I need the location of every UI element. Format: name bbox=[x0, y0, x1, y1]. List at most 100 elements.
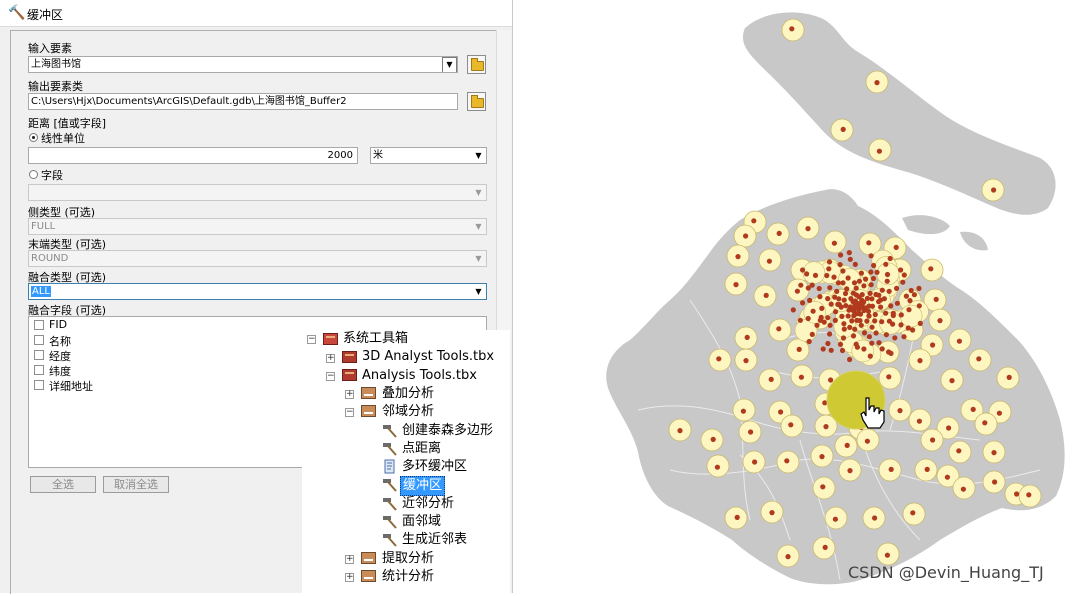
tree-item-3d-analyst[interactable]: 3D Analyst Tools.tbx bbox=[362, 348, 494, 366]
library-point bbox=[871, 262, 877, 269]
library-point bbox=[812, 272, 819, 278]
title-bar: 🔨 缓冲区 bbox=[0, 0, 512, 27]
tree-item-near[interactable]: 近邻分析 bbox=[402, 495, 454, 513]
library-point bbox=[748, 429, 754, 435]
side-type-dropdown[interactable]: FULL ▼ bbox=[28, 218, 487, 235]
library-point bbox=[788, 422, 794, 428]
tree-item-extract[interactable]: 提取分析 bbox=[382, 550, 434, 568]
field-checkbox-lon[interactable] bbox=[34, 350, 44, 360]
library-point bbox=[825, 340, 831, 347]
shanghai-buffer-map[interactable] bbox=[540, 0, 1076, 593]
input-features-label: 输入要素 bbox=[28, 42, 72, 55]
tree-item-buffer[interactable]: 缓冲区 bbox=[400, 476, 446, 496]
library-point bbox=[867, 290, 873, 296]
distance-value-input[interactable]: 2000 bbox=[28, 147, 358, 164]
expand-icon[interactable]: + bbox=[345, 573, 354, 582]
field-checkbox-fid[interactable] bbox=[34, 320, 44, 330]
output-path-input[interactable]: C:\Users\Hjx\Documents\ArcGIS\Default.gd… bbox=[28, 93, 458, 110]
library-point bbox=[898, 312, 904, 318]
chevron-down-icon: ▼ bbox=[475, 222, 482, 231]
library-point bbox=[797, 317, 803, 323]
clear-all-button[interactable]: 取消全选 bbox=[103, 476, 169, 493]
field-radio[interactable] bbox=[29, 170, 38, 179]
library-point bbox=[858, 270, 864, 276]
collapse-icon[interactable]: − bbox=[326, 372, 335, 381]
library-point bbox=[837, 341, 844, 347]
library-point bbox=[847, 468, 853, 474]
field-checkbox-address[interactable] bbox=[34, 380, 44, 390]
library-point bbox=[800, 300, 806, 306]
hammer-icon bbox=[383, 443, 397, 456]
library-point bbox=[869, 340, 875, 346]
expand-icon[interactable]: + bbox=[345, 390, 354, 399]
chevron-down-icon: ▼ bbox=[475, 254, 482, 263]
chevron-down-icon[interactable]: ▼ bbox=[472, 149, 485, 162]
select-all-button[interactable]: 全选 bbox=[30, 476, 96, 493]
tree-item-overlay[interactable]: 叠加分析 bbox=[382, 385, 434, 403]
library-point bbox=[798, 282, 804, 288]
library-point bbox=[868, 269, 874, 275]
library-point bbox=[752, 459, 758, 465]
tree-item-multi-ring-buffer[interactable]: 多环缓冲区 bbox=[402, 458, 467, 476]
field-checkbox-lat[interactable] bbox=[34, 365, 44, 375]
field-checkbox-name[interactable] bbox=[34, 335, 44, 345]
library-point bbox=[716, 356, 722, 362]
library-point bbox=[930, 342, 936, 348]
library-point bbox=[839, 347, 846, 354]
expand-icon[interactable]: + bbox=[326, 354, 335, 363]
input-features-dropdown[interactable]: 上海图书馆 ▼ bbox=[28, 56, 458, 73]
library-point bbox=[937, 318, 943, 324]
dissolve-type-dropdown[interactable]: ALL ▼ bbox=[28, 283, 487, 300]
library-point bbox=[819, 305, 825, 311]
tree-item-point-distance[interactable]: 点距离 bbox=[402, 440, 441, 458]
library-point bbox=[844, 286, 850, 292]
library-point bbox=[820, 346, 826, 352]
tree-item-proximity[interactable]: 邻域分析 bbox=[382, 403, 434, 421]
tree-item-thiessen[interactable]: 创建泰森多边形 bbox=[402, 422, 493, 440]
expand-icon[interactable]: + bbox=[345, 555, 354, 564]
library-point bbox=[740, 408, 746, 414]
library-point bbox=[861, 346, 867, 352]
collapse-icon[interactable]: − bbox=[307, 335, 316, 344]
collapse-icon[interactable]: − bbox=[345, 408, 354, 417]
library-point bbox=[893, 244, 899, 250]
library-point bbox=[944, 474, 950, 480]
library-point bbox=[806, 338, 812, 345]
toolset-icon bbox=[361, 552, 376, 564]
map-view[interactable] bbox=[540, 0, 1076, 593]
library-point bbox=[734, 514, 740, 521]
tree-item-polygon-neighbors[interactable]: 面邻域 bbox=[402, 513, 441, 531]
library-point bbox=[831, 274, 837, 280]
tree-root-system-toolboxes[interactable]: 系统工具箱 bbox=[343, 330, 408, 348]
browse-output-button[interactable] bbox=[467, 92, 486, 111]
unit-value: 米 bbox=[373, 150, 383, 161]
library-point bbox=[768, 376, 774, 382]
chevron-down-icon[interactable]: ▼ bbox=[442, 57, 457, 72]
unit-dropdown[interactable]: 米 ▼ bbox=[370, 147, 487, 164]
chevron-down-icon[interactable]: ▼ bbox=[472, 285, 485, 298]
browse-input-button[interactable] bbox=[467, 55, 486, 74]
field-dropdown[interactable]: ▼ bbox=[28, 184, 487, 201]
linear-unit-radio[interactable] bbox=[29, 133, 38, 142]
library-point bbox=[872, 318, 878, 324]
library-point bbox=[873, 330, 879, 336]
library-point bbox=[804, 271, 810, 277]
library-point bbox=[841, 321, 847, 327]
library-point bbox=[872, 311, 878, 318]
library-point bbox=[930, 437, 936, 443]
library-point bbox=[785, 554, 791, 560]
library-point bbox=[888, 350, 894, 356]
tree-item-analysis-tools[interactable]: Analysis Tools.tbx bbox=[362, 367, 477, 385]
library-point bbox=[819, 454, 825, 460]
library-point bbox=[868, 282, 874, 288]
library-point bbox=[960, 486, 966, 492]
library-point bbox=[894, 300, 900, 306]
end-type-dropdown[interactable]: ROUND ▼ bbox=[28, 250, 487, 267]
library-point bbox=[840, 268, 846, 274]
tree-item-statistics[interactable]: 统计分析 bbox=[382, 568, 434, 586]
dissolve-type-value: ALL bbox=[31, 286, 51, 297]
library-point bbox=[890, 310, 896, 316]
library-point bbox=[873, 291, 879, 298]
library-point bbox=[910, 510, 916, 516]
tree-item-near-table[interactable]: 生成近邻表 bbox=[402, 531, 467, 549]
